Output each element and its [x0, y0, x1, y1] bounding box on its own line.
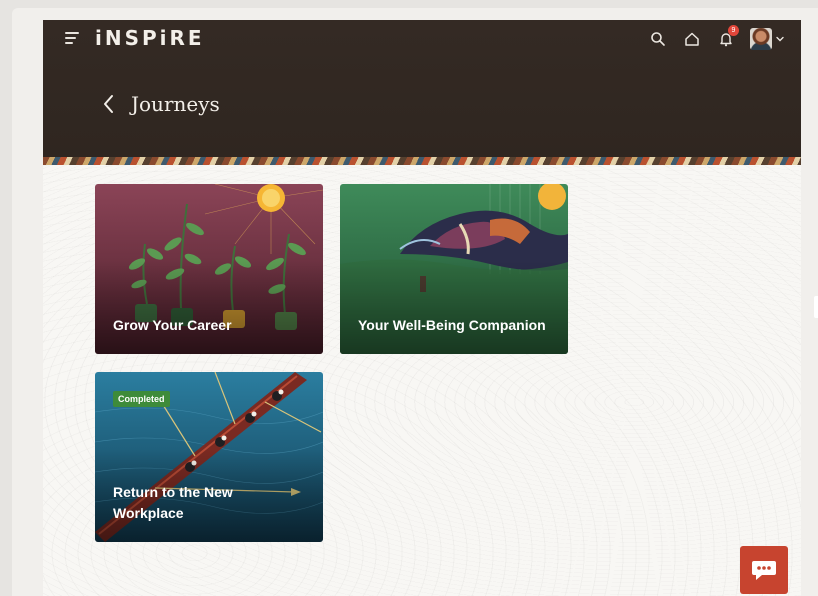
chat-button[interactable]: [740, 546, 788, 594]
chevron-down-icon[interactable]: [775, 34, 785, 44]
menu-icon[interactable]: [65, 32, 79, 44]
avatar[interactable]: [750, 28, 772, 50]
page-title: Journeys: [131, 92, 220, 116]
journey-card-well-being-companion[interactable]: Your Well-Being Companion: [340, 184, 568, 354]
side-handle[interactable]: [814, 296, 818, 318]
chat-icon: [752, 561, 776, 580]
card-title: Return to the New Workplace: [113, 484, 233, 521]
header-actions: 9: [648, 25, 785, 52]
card-title: Your Well-Being Companion: [358, 317, 546, 333]
search-icon[interactable]: [648, 29, 668, 49]
notification-badge: 9: [728, 25, 739, 36]
card-title: Grow Your Career: [113, 317, 232, 333]
home-icon[interactable]: [682, 29, 702, 49]
user-menu[interactable]: [750, 28, 785, 50]
app-screen: iNSPiRE 9 Journeys Grow Your Career Your…: [43, 20, 801, 596]
completed-badge: Completed: [113, 391, 170, 407]
decorative-banner: [43, 157, 801, 165]
bell-icon[interactable]: 9: [716, 25, 739, 49]
journey-card-grow-your-career[interactable]: Grow Your Career: [95, 184, 323, 354]
brand-logo[interactable]: iNSPiRE: [95, 26, 205, 50]
journey-card-return-to-workplace[interactable]: Completed Return to the New Workplace: [95, 372, 323, 542]
back-icon[interactable]: [101, 92, 117, 116]
journeys-grid: Grow Your Career Your Well-Being Compani…: [43, 165, 801, 596]
header: iNSPiRE 9 Journeys: [43, 20, 801, 157]
